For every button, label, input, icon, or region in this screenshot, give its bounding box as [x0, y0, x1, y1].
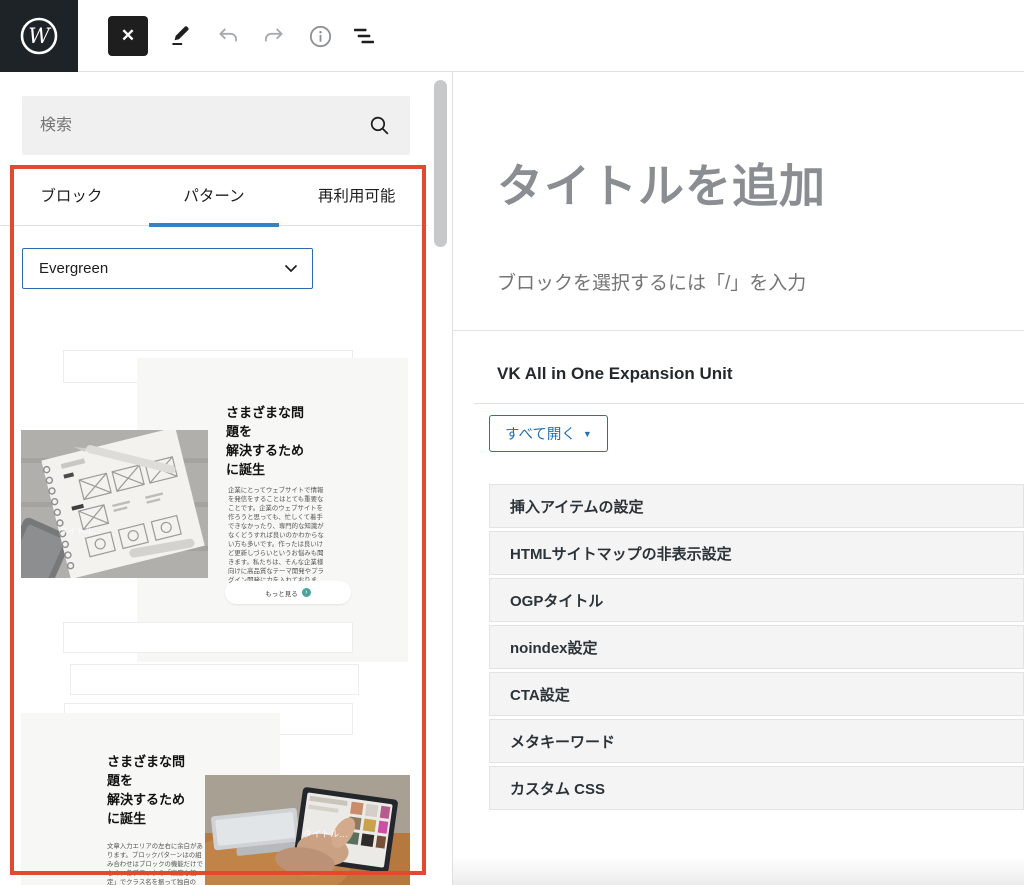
post-title-input[interactable]: タイトルを追加 — [497, 150, 826, 216]
section-row-noindex[interactable]: noindex設定 — [489, 625, 1024, 669]
section-row-insert-items[interactable]: 挿入アイテムの設定 — [489, 484, 1024, 528]
more-button-label: もっと見る — [265, 588, 298, 598]
block-inserter-toggle-button[interactable]: ✕ — [108, 16, 148, 56]
tab-reusable[interactable]: 再利用可能 — [285, 165, 428, 225]
preview-image-overlay-text: タイトル… — [59, 526, 102, 536]
notebook-wireframe-photo: タイトル… — [21, 430, 208, 578]
block-appender-placeholder[interactable]: ブロックを選択するには「/」を入力 — [497, 268, 806, 295]
pattern-search-box — [22, 96, 410, 155]
pattern-preview-2-heading[interactable]: さまざまな問題を 解決するため に誕生 — [107, 753, 193, 828]
list-view-icon — [349, 21, 379, 51]
redo-button[interactable] — [258, 20, 290, 52]
caret-down-icon: ▼ — [583, 429, 592, 439]
editor-toolbar: W ✕ — [0, 0, 1024, 72]
pattern-preview-2-image[interactable]: タイトル… — [205, 775, 410, 885]
tab-patterns[interactable]: パターン — [143, 165, 286, 225]
inserter-tabs: ブロック パターン 再利用可能 — [0, 165, 428, 226]
info-circle-icon — [307, 23, 334, 50]
pattern-category-select[interactable]: Evergreen — [22, 248, 313, 289]
open-all-label: すべて開く — [505, 423, 576, 444]
pattern-placeholder-row[interactable] — [70, 664, 359, 695]
wordpress-logo[interactable]: W — [0, 0, 78, 72]
open-all-button[interactable]: すべて開く ▼ — [489, 415, 608, 452]
list-view-button[interactable] — [348, 20, 380, 52]
arrow-circle-icon: › — [302, 588, 311, 597]
pattern-preview-2-body[interactable]: 文章入力エリアの左右に余白があります。ブロックパターンはの組み合わせはブロックの… — [107, 843, 204, 885]
redo-arrow-icon — [261, 23, 287, 49]
pattern-preview-1-body[interactable]: 企業にとってウェブサイトで情報を発信をすることはとても重要なことです。企業のウェ… — [228, 487, 325, 595]
metabox-title-divider — [474, 403, 1024, 404]
svg-text:W: W — [28, 24, 52, 48]
metabox-top-divider — [453, 330, 1024, 331]
tablet-hands-photo: タイトル… — [205, 775, 410, 885]
edit-tool-button[interactable] — [164, 20, 196, 52]
pattern-preview-1-image[interactable]: タイトル… — [21, 430, 208, 578]
section-row-html-sitemap[interactable]: HTMLサイトマップの非表示設定 — [489, 531, 1024, 575]
metabox-title: VK All in One Expansion Unit — [497, 364, 733, 384]
preview-image-overlay-text: タイトル… — [303, 829, 348, 839]
close-icon: ✕ — [121, 26, 135, 46]
pattern-preview-1-heading[interactable]: さまざまな問題を 解決するため に誕生 — [226, 404, 312, 479]
tab-blocks[interactable]: ブロック — [0, 165, 143, 225]
section-row-custom-css[interactable]: カスタム CSS — [489, 766, 1024, 810]
chevron-down-icon — [284, 264, 298, 273]
section-row-ogp-title[interactable]: OGPタイトル — [489, 578, 1024, 622]
sidebar-scrollbar-thumb[interactable] — [434, 80, 447, 247]
editor-canvas: タイトルを追加 ブロックを選択するには「/」を入力 VK All in One … — [453, 72, 1024, 885]
undo-arrow-icon — [215, 23, 241, 49]
pattern-category-value: Evergreen — [39, 260, 108, 277]
bottom-edge-fade — [453, 857, 1024, 885]
section-row-meta-keywords[interactable]: メタキーワード — [489, 719, 1024, 763]
pencil-icon — [167, 23, 193, 49]
metabox-section-list: 挿入アイテムの設定 HTMLサイトマップの非表示設定 OGPタイトル noind… — [489, 484, 1024, 813]
pattern-placeholder-row[interactable] — [63, 622, 353, 653]
undo-button[interactable] — [212, 20, 244, 52]
search-input[interactable] — [40, 96, 360, 155]
search-icon — [367, 113, 392, 138]
section-row-cta[interactable]: CTA設定 — [489, 672, 1024, 716]
wordpress-logo-icon: W — [18, 15, 60, 57]
details-button[interactable] — [304, 20, 336, 52]
wordpress-block-editor: W ✕ — [0, 0, 1024, 885]
pattern-preview-more-button[interactable]: もっと見る › — [225, 581, 351, 604]
inserter-sidebar: ブロック パターン 再利用可能 Evergreen — [0, 72, 452, 885]
